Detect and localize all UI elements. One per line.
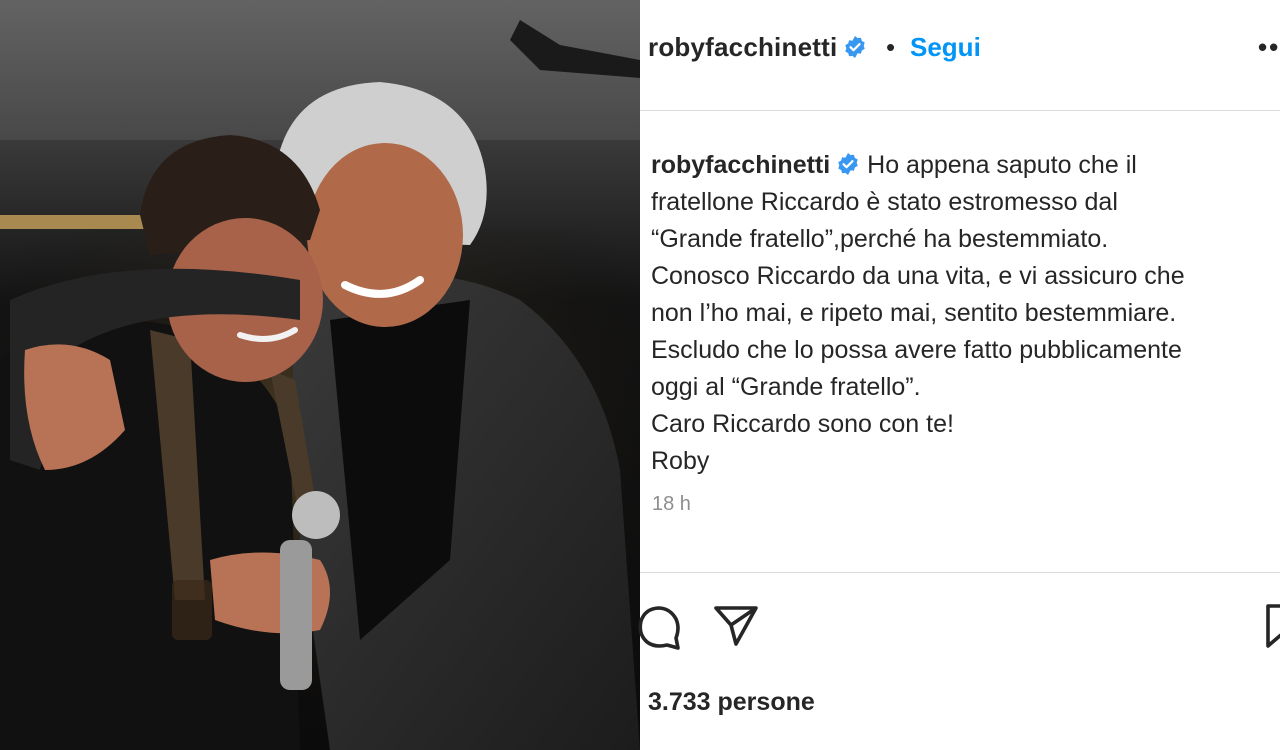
caption-text: “Grande fratello”,perché ha bestemmiato. xyxy=(651,225,1109,253)
header-username[interactable]: robyfacchinetti xyxy=(648,32,837,62)
post-photo xyxy=(0,0,640,750)
comment-icon[interactable] xyxy=(638,604,682,650)
caption-text: Roby xyxy=(651,447,710,475)
caption-text: Ho appena saputo che il xyxy=(867,151,1137,179)
post-caption: robyfacchinetti Ho appena saputo che il … xyxy=(651,147,1271,480)
share-icon[interactable] xyxy=(712,604,760,648)
likes-count[interactable]: 3.733 persone xyxy=(648,688,815,717)
caption-text: fratellone Riccardo è stato estromesso d… xyxy=(651,188,1118,216)
caption-line: robyfacchinetti Ho appena saputo che il xyxy=(651,147,1271,184)
caption-text: non l’ho mai, e ripeto mai, sentito best… xyxy=(651,299,1177,327)
more-options-button[interactable]: ••• xyxy=(1258,32,1280,63)
caption-text: oggi al “Grande fratello”. xyxy=(651,373,921,401)
photo-illustration xyxy=(0,0,640,750)
caption-text: Escludo che lo possa avere fatto pubblic… xyxy=(651,336,1182,364)
caption-username[interactable]: robyfacchinetti xyxy=(651,151,830,179)
caption-text: Conosco Riccardo da una vita, e vi assic… xyxy=(651,262,1185,290)
post-panel: robyfacchinetti • Segui ••• robyfacchine… xyxy=(638,0,1280,750)
post-timestamp[interactable]: 18 h xyxy=(652,493,691,516)
header-username-link[interactable]: robyfacchinetti xyxy=(648,32,867,63)
post-header: robyfacchinetti • Segui ••• xyxy=(640,0,1280,111)
actions-divider xyxy=(640,572,1280,573)
follow-button[interactable]: Segui xyxy=(910,32,981,63)
save-icon[interactable] xyxy=(1266,604,1280,650)
caption-text: Caro Riccardo sono con te! xyxy=(651,410,954,438)
header-separator: • xyxy=(886,32,896,62)
verified-badge-icon xyxy=(838,153,858,175)
verified-badge-icon xyxy=(845,36,866,58)
